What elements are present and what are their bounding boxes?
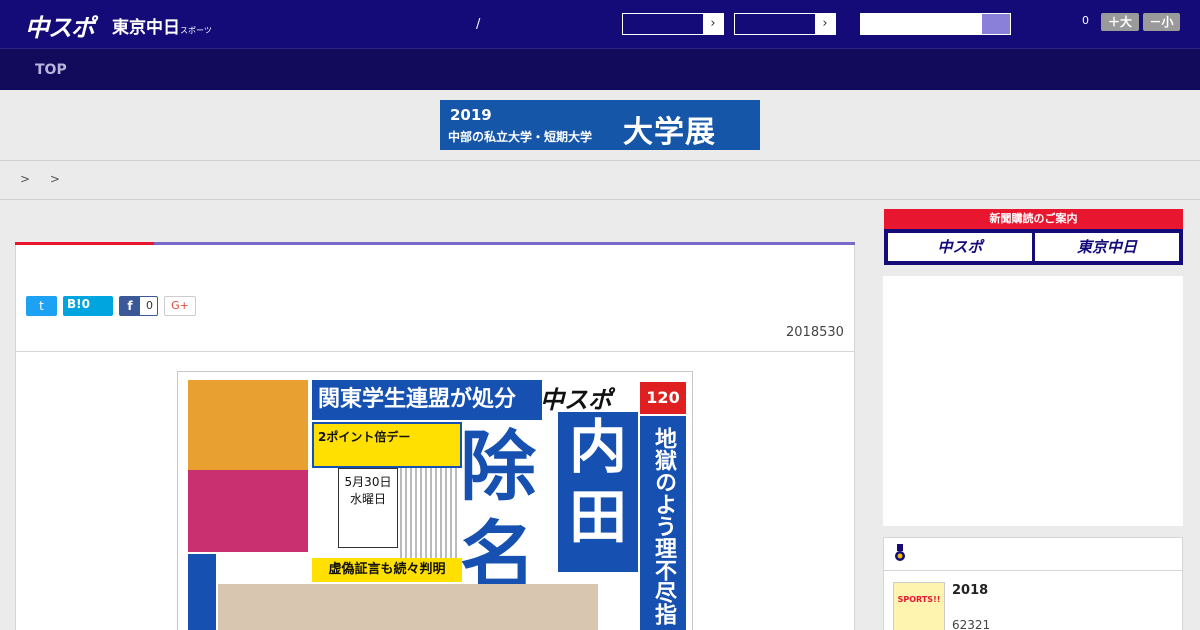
newspaper-subhead: 虚偽証言も続々判明: [312, 558, 462, 582]
tokyo-logo-text: 東京中日: [112, 18, 180, 38]
search-input[interactable]: [860, 13, 1011, 35]
facebook-icon: f: [120, 297, 140, 315]
subscription-box: 新聞購読のご案内 中スポ 東京中日: [884, 209, 1183, 265]
subscription-header: 新聞購読のご案内: [884, 209, 1183, 229]
tv-program-ad-1: [188, 380, 308, 470]
newspaper-big-headline-center: 内田: [558, 412, 638, 572]
font-smaller-button[interactable]: －小: [1143, 13, 1180, 31]
newspaper-big-headline-left: 除名: [460, 422, 536, 601]
category-select-2[interactable]: ›: [734, 13, 836, 35]
site-header: 中スポ 東京中日スポーツ / › › 0 ＋大 －小: [0, 0, 1200, 48]
facebook-share-count: 0: [146, 299, 153, 312]
header-separator: /: [476, 17, 481, 32]
banner-year: 2019: [450, 106, 492, 124]
google-plus-share-button[interactable]: G+: [164, 296, 196, 316]
twitter-share-button[interactable]: t: [26, 296, 57, 316]
ranking-item-thumbnail[interactable]: SPORTS!!: [893, 582, 945, 630]
article-date: 2018530: [786, 325, 844, 340]
ranking-box: SPORTS!! 2018 62321: [883, 537, 1183, 630]
nav-item-top[interactable]: TOP: [35, 62, 67, 78]
point-day-text: 2ポイント倍デー: [318, 430, 411, 444]
category-select-1[interactable]: ›: [622, 13, 724, 35]
sidebar-ad-slot: [883, 276, 1183, 526]
ranking-divider: [884, 570, 1182, 571]
article-accent-purple: [154, 242, 855, 245]
subscribe-tokyo-button[interactable]: 東京中日: [1035, 233, 1179, 261]
point-day-ad: 2ポイント倍デー: [312, 422, 462, 468]
banner-subtitle: 中部の私立大学・短期大学: [448, 130, 593, 144]
ranking-item-title[interactable]: 2018: [952, 583, 988, 598]
newspaper-side-ad: [188, 554, 216, 630]
chevron-right-icon: ›: [815, 14, 835, 34]
newspaper-front-page-image: 関東学生連盟が処分 中スポ 120円 2ポイント倍デー 5月30日 水曜日 除名…: [177, 371, 693, 630]
breadcrumb: > >: [0, 160, 1200, 200]
twitter-icon: t: [39, 299, 44, 313]
newspaper-right-column: 地獄のよう理不尽指: [640, 416, 686, 630]
main-nav: TOP: [0, 48, 1200, 90]
tv-program-ad-2: [188, 470, 308, 552]
newspaper-text-columns: [400, 468, 460, 558]
gold-medal-icon: [894, 544, 908, 564]
article-divider: [15, 351, 855, 352]
newspaper-photo: [218, 584, 598, 630]
article-accent-red: [15, 242, 154, 245]
subscribe-chuspo-button[interactable]: 中スポ: [888, 233, 1032, 261]
header-count: 0: [1082, 14, 1089, 27]
banner-title: 大学展: [623, 115, 716, 150]
facebook-share-button[interactable]: f 0: [119, 296, 158, 316]
university-fair-banner[interactable]: 2019 中部の私立大学・短期大学 大学展: [440, 100, 760, 150]
chevron-right-icon: ›: [703, 14, 723, 34]
search-button[interactable]: [982, 14, 1010, 34]
newspaper-price: 120円: [640, 382, 686, 439]
chuspo-logo[interactable]: 中スポ: [25, 8, 95, 43]
tokyo-logo-small: スポーツ: [180, 26, 212, 35]
newspaper-date-block: 5月30日 水曜日: [338, 468, 398, 548]
breadcrumb-text: > >: [20, 172, 68, 186]
newspaper-headline: 関東学生連盟が処分: [312, 380, 542, 420]
font-larger-button[interactable]: ＋大: [1101, 13, 1139, 31]
hatena-bookmark-button[interactable]: B!0: [63, 296, 113, 316]
tokyo-chunichi-logo[interactable]: 東京中日スポーツ: [112, 13, 212, 38]
ranking-item-count: 62321: [952, 618, 991, 630]
